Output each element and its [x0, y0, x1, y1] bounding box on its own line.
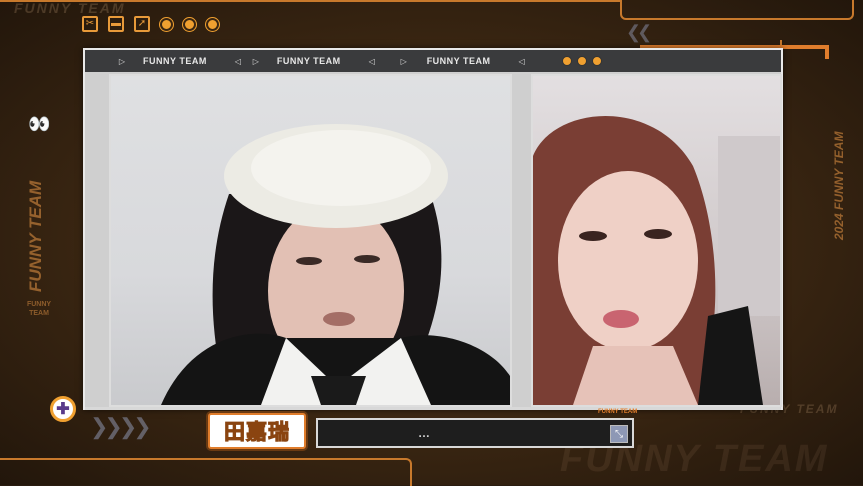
speaker-name: 田嘉瑞 — [224, 420, 290, 445]
dot-indicator-2 — [183, 17, 196, 31]
frame-bottom-line-2 — [180, 458, 412, 486]
dot-indicator-3 — [206, 17, 219, 31]
frame-bottom-line — [0, 458, 180, 460]
caption-badge: FUNNY TEAM — [598, 409, 638, 415]
participant-video-left — [161, 124, 510, 405]
play-left-icon: ◁ — [518, 56, 525, 66]
titlebar-label-2: FUNNY TEAM — [276, 56, 341, 66]
video-call-window: ▷ FUNNY TEAM ◁ ▷ FUNNY TEAM ◁ ▷ FUNNY TE… — [83, 48, 783, 410]
eyes-icon: 👀 — [28, 114, 51, 134]
add-icon[interactable]: ✚ — [50, 396, 76, 422]
play-right-icon: ▷ — [400, 56, 407, 66]
participant-video-right — [533, 116, 780, 405]
chevron-right-icon: ❯❯❯❯ — [90, 414, 152, 439]
window-dot-3[interactable] — [591, 56, 602, 66]
video-panel-right[interactable] — [531, 74, 782, 407]
titlebar-label-1: FUNNY TEAM — [143, 56, 207, 66]
window-titlebar: ▷ FUNNY TEAM ◁ ▷ FUNNY TEAM ◁ ▷ FUNNY TE… — [85, 50, 781, 72]
scissors-icon[interactable]: ✂ — [82, 16, 98, 32]
play-left-icon: ◁ — [368, 56, 375, 66]
video-panel-left[interactable] — [109, 74, 512, 407]
watermark-top-left: FUNNY TEAM — [14, 0, 126, 16]
left-small-text: FUNNY TEAM — [26, 301, 52, 317]
window-bottom-stripe — [85, 407, 781, 410]
play-left-icon: ◁ — [234, 56, 241, 66]
chevron-left-icon: ❮❮ — [626, 22, 652, 42]
caption-text: … — [418, 426, 431, 440]
background-scene: FUNNY TEAM FUNNY TEAM FUNNY TEAM FUNNY T… — [0, 0, 863, 486]
right-vertical-text: 2024 FUNNY TEAM — [832, 131, 846, 240]
caption-bar: … ⤡ — [316, 418, 634, 448]
top-icon-row: ✂ ▬ ➚ — [82, 16, 219, 32]
titlebar-label-3: FUNNY TEAM — [426, 56, 491, 66]
battery-icon[interactable]: ▬ — [108, 16, 124, 32]
window-dot-2[interactable] — [576, 56, 587, 66]
dot-indicator-1 — [160, 17, 173, 31]
frame-top-right-line — [620, 0, 854, 20]
name-tag: 田嘉瑞 — [208, 413, 306, 449]
rocket-icon[interactable]: ➚ — [134, 16, 150, 32]
play-right-icon: ▷ — [118, 56, 126, 66]
play-right-icon: ▷ — [252, 56, 259, 66]
left-vertical-text: FUNNY TEAM — [26, 180, 45, 292]
expand-icon[interactable]: ⤡ — [610, 425, 628, 443]
window-dot-1[interactable] — [561, 56, 572, 66]
